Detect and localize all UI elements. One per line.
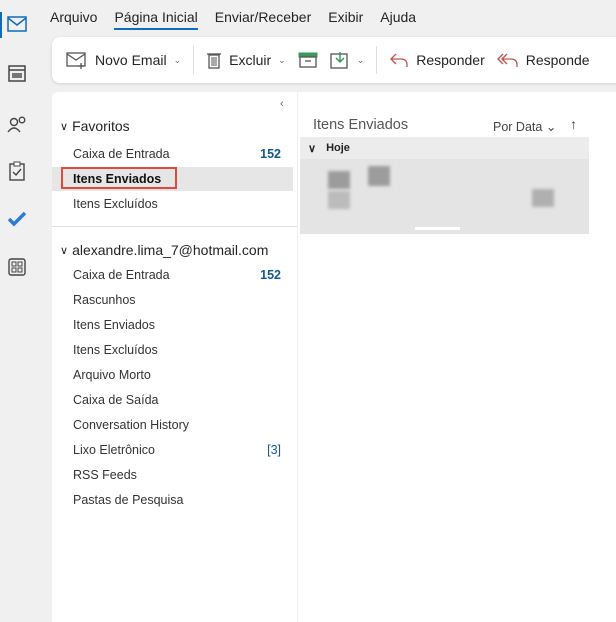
folder-label: Conversation History (73, 418, 190, 432)
folder-label: Arquivo Morto (73, 368, 151, 382)
folder-item-selected[interactable]: Itens Enviados (52, 167, 293, 191)
redacted-content (328, 171, 350, 189)
tab-pagina-inicial[interactable]: Página Inicial (114, 9, 198, 30)
reply-icon (390, 53, 408, 67)
archive-icon (298, 52, 318, 68)
chevron-down-icon: ∨ (60, 120, 69, 133)
tab-ajuda[interactable]: Ajuda (380, 9, 416, 30)
folder-label: Caixa de Entrada (73, 268, 170, 282)
folder-label: Itens Excluídos (73, 197, 158, 211)
folder-item[interactable]: Rascunhos (52, 288, 293, 312)
unread-count: 152 (260, 147, 281, 161)
folder-label: Itens Enviados (73, 318, 155, 332)
chevron-down-icon[interactable]: ⌄ (357, 55, 365, 66)
move-button[interactable]: ⌄ (330, 51, 365, 69)
mail-icon[interactable] (6, 13, 28, 35)
scroll-indicator (415, 227, 460, 230)
folder-item[interactable]: Itens Enviados (52, 313, 293, 337)
folder-item[interactable]: Caixa de Saída (52, 388, 293, 412)
unread-count: 152 (260, 268, 281, 282)
folder-item[interactable]: Arquivo Morto (52, 363, 293, 387)
reply-button[interactable]: Responder (389, 51, 485, 69)
new-email-button[interactable]: Novo Email ⌄ (66, 51, 181, 69)
folder-item[interactable]: RSS Feeds (52, 463, 293, 487)
message-list: Itens Enviados Por Data ⌄ ↑ ∨ Hoje (298, 92, 616, 622)
redacted-content (532, 189, 554, 207)
reply-all-button[interactable]: Responde (496, 51, 590, 69)
account-header[interactable]: ∨ alexandre.lima_7@hotmail.com (60, 242, 268, 258)
chevron-down-icon: ∨ (308, 142, 317, 155)
folder-label: RSS Feeds (73, 468, 137, 482)
divider (52, 226, 297, 227)
divider (193, 46, 195, 74)
sort-direction-icon[interactable]: ↑ (570, 116, 577, 132)
todo-check-icon[interactable] (6, 208, 28, 230)
tab-exibir[interactable]: Exibir (328, 9, 363, 30)
unread-count: [3] (267, 443, 281, 457)
tab-enviar-receber[interactable]: Enviar/Receber (215, 9, 312, 30)
trash-icon (207, 53, 222, 69)
highlight-box (61, 167, 177, 189)
tab-arquivo[interactable]: Arquivo (50, 9, 97, 30)
list-title: Itens Enviados (313, 117, 409, 133)
ribbon-tabs: Arquivo Página Inicial Enviar/Receber Ex… (50, 9, 433, 30)
new-email-label: Novo Email (95, 52, 167, 68)
reply-label: Responder (416, 52, 485, 68)
redacted-content (328, 191, 350, 209)
folder-pane: ‹ ∨ Favoritos Caixa de Entrada 152 Itens E… (52, 92, 297, 622)
people-icon[interactable] (6, 113, 28, 135)
redacted-content (368, 166, 390, 186)
folder-item[interactable]: Caixa de Entrada 152 (52, 263, 293, 287)
group-label: Hoje (326, 142, 350, 154)
folder-label: Itens Excluídos (73, 343, 158, 357)
delete-label: Excluir (229, 52, 272, 68)
apps-icon[interactable] (6, 256, 28, 278)
calendar-icon[interactable] (6, 62, 28, 84)
folder-label: Caixa de Saída (73, 393, 159, 407)
chevron-down-icon[interactable]: ⌄ (174, 55, 182, 66)
folder-item[interactable]: Itens Excluídos (52, 192, 293, 216)
chevron-down-icon[interactable]: ⌄ (278, 55, 286, 66)
group-header[interactable]: ∨ Hoje (300, 137, 589, 159)
sort-dropdown[interactable]: Por Data ⌄ (493, 119, 556, 134)
folder-item[interactable]: Lixo Eletrônico [3] (52, 438, 293, 462)
folder-label: Rascunhos (73, 293, 136, 307)
folder-item[interactable]: Pastas de Pesquisa (52, 488, 293, 512)
favorites-title: Favoritos (72, 118, 130, 134)
move-to-folder-icon (330, 52, 348, 69)
collapse-pane-icon[interactable]: ‹ (280, 98, 284, 110)
new-email-icon (66, 52, 86, 69)
tasks-icon[interactable] (6, 160, 28, 182)
app-rail (0, 0, 40, 617)
delete-button[interactable]: Excluir ⌄ (206, 51, 286, 69)
favorites-header[interactable]: ∨ Favoritos (60, 118, 130, 134)
account-title: alexandre.lima_7@hotmail.com (72, 242, 269, 258)
message-item[interactable] (300, 159, 589, 234)
active-indicator (0, 12, 2, 38)
divider (376, 46, 378, 74)
archive-button[interactable] (298, 52, 318, 68)
reply-all-icon (496, 53, 518, 67)
folder-item[interactable]: Conversation History (52, 413, 293, 437)
folder-item[interactable]: Itens Excluídos (52, 338, 293, 362)
sort-label: Por Data (493, 120, 543, 134)
toolbar: Novo Email ⌄ Excluir ⌄ ⌄ Responder Respo… (52, 37, 616, 83)
folder-label: Caixa de Entrada (73, 147, 170, 161)
reply-all-label: Responde (525, 52, 590, 68)
folder-item[interactable]: Caixa de Entrada 152 (52, 142, 293, 166)
folder-label: Pastas de Pesquisa (73, 493, 184, 507)
chevron-down-icon: ⌄ (545, 120, 557, 134)
folder-label: Lixo Eletrônico (73, 443, 155, 457)
chevron-down-icon: ∨ (60, 244, 69, 257)
